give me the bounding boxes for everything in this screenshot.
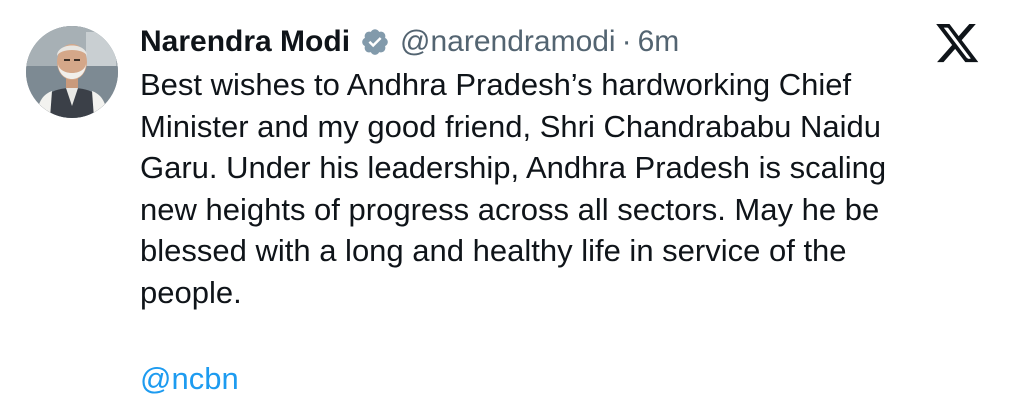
author-handle[interactable]: @narendramodi: [400, 25, 616, 59]
verified-badge-icon: [360, 27, 390, 57]
tweet-card: Narendra Modi @narendramodi · 6m Best wi…: [0, 0, 1024, 413]
x-logo-icon[interactable]: [936, 24, 980, 64]
mention-link[interactable]: @ncbn: [140, 358, 239, 400]
author-avatar[interactable]: [26, 26, 118, 118]
meta-separator: ·: [621, 25, 632, 58]
author-name[interactable]: Narendra Modi: [140, 25, 350, 59]
tweet-header: Narendra Modi @narendramodi · 6m: [140, 20, 679, 64]
tweet-timestamp[interactable]: 6m: [638, 25, 680, 59]
tweet-text: Best wishes to Andhra Pradesh’s hardwork…: [140, 67, 887, 310]
avatar-image: [26, 26, 118, 118]
